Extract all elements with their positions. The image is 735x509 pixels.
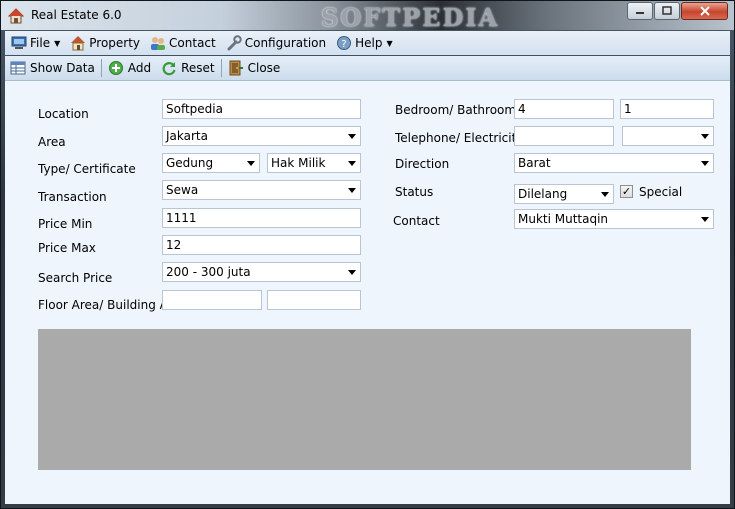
- help-icon: ?: [337, 36, 352, 50]
- telephone-input[interactable]: [514, 126, 614, 146]
- contact-label: Contact: [393, 214, 440, 228]
- certificate-select[interactable]: Hak Milik: [267, 153, 361, 173]
- dropdown-arrow-icon: [247, 161, 255, 166]
- house-app-icon: [8, 8, 24, 24]
- close-button[interactable]: Close: [223, 60, 286, 76]
- location-label: Location: [38, 107, 89, 121]
- dropdown-arrow-icon: [348, 270, 356, 275]
- dropdown-arrow-icon: [348, 188, 356, 193]
- dropdown-arrow-icon: [348, 134, 356, 139]
- direction-label: Direction: [395, 157, 450, 171]
- watermark: SOFTPEDIA: [321, 3, 500, 32]
- contact-select-value: Mukti Muttaqin: [518, 212, 609, 226]
- toolbar-separator: [220, 59, 222, 77]
- menu-file-label: File: [30, 36, 51, 50]
- status-select[interactable]: Dilelang: [514, 184, 614, 204]
- transaction-select[interactable]: Sewa: [162, 180, 361, 200]
- toolbar-separator: [100, 59, 102, 77]
- area-select-value: Jakarta: [166, 129, 208, 143]
- direction-select[interactable]: Barat: [514, 153, 714, 173]
- search-price-select[interactable]: 200 - 300 juta: [162, 262, 361, 282]
- type-select[interactable]: Gedung: [162, 153, 260, 173]
- show-data-label: Show Data: [30, 61, 95, 75]
- form-panel: Location Area Type/ Certificate Transact…: [5, 81, 730, 504]
- minimize-icon: [636, 12, 644, 14]
- computer-icon: [11, 36, 27, 49]
- reset-button[interactable]: Reset: [156, 60, 220, 76]
- certificate-select-value: Hak Milik: [271, 156, 326, 170]
- bedroom-input[interactable]: 4: [514, 99, 614, 119]
- house-icon: [71, 36, 86, 51]
- status-select-value: Dilelang: [518, 187, 568, 201]
- dropdown-arrow-icon: [601, 192, 609, 197]
- menu-contact-label: Contact: [169, 36, 216, 50]
- exit-door-icon: [229, 60, 243, 76]
- status-label: Status: [395, 185, 434, 199]
- close-icon: [699, 6, 710, 16]
- menu-bar: File ▼ Property Contact Configuration ? …: [5, 31, 730, 55]
- price-min-input[interactable]: 1111: [162, 208, 361, 228]
- direction-select-value: Barat: [518, 156, 551, 170]
- telephone-electricity-label: Telephone/ Electricity: [395, 131, 524, 145]
- data-grid-area[interactable]: [38, 329, 691, 470]
- area-select[interactable]: Jakarta: [162, 126, 361, 146]
- refresh-icon: [162, 62, 176, 76]
- menu-file[interactable]: File ▼: [11, 35, 60, 51]
- bedroom-bathroom-label: Bedroom/ Bathroom: [395, 103, 517, 117]
- add-button[interactable]: Add: [103, 60, 156, 76]
- area-label: Area: [38, 135, 66, 149]
- table-icon: [10, 61, 26, 75]
- dropdown-arrow-icon: [701, 161, 709, 166]
- chevron-down-icon: ▼: [54, 38, 61, 48]
- add-label: Add: [127, 61, 152, 75]
- add-icon: [108, 61, 123, 75]
- menu-configuration[interactable]: Configuration: [226, 35, 326, 51]
- app-window: Real Estate 6.0 SOFTPEDIA File ▼ Propert…: [0, 0, 735, 509]
- electricity-select[interactable]: [622, 126, 714, 146]
- maximize-icon: [662, 6, 672, 15]
- maximize-button[interactable]: [654, 2, 680, 20]
- special-checkbox[interactable]: ✓: [620, 185, 633, 198]
- search-price-select-value: 200 - 300 juta: [166, 265, 251, 279]
- close-window-button[interactable]: [681, 2, 728, 20]
- menu-contact[interactable]: Contact: [150, 35, 216, 51]
- menu-property-label: Property: [89, 36, 141, 50]
- type-certificate-label: Type/ Certificate: [38, 162, 136, 176]
- dropdown-arrow-icon: [701, 134, 709, 139]
- wrench-icon: [227, 35, 242, 51]
- title-bar[interactable]: Real Estate 6.0 SOFTPEDIA: [1, 1, 734, 32]
- show-data-button[interactable]: Show Data: [5, 60, 100, 76]
- menu-help-label: Help: [355, 36, 383, 50]
- contact-select[interactable]: Mukti Muttaqin: [514, 209, 714, 229]
- reset-label: Reset: [181, 61, 215, 75]
- search-price-label: Search Price: [38, 271, 113, 285]
- special-label: Special: [639, 185, 683, 199]
- price-max-label: Price Max: [38, 241, 96, 255]
- chevron-down-icon: ▼: [386, 38, 393, 48]
- svg-text:?: ?: [341, 39, 346, 50]
- location-input[interactable]: Softpedia: [162, 99, 361, 119]
- price-min-label: Price Min: [38, 217, 93, 231]
- minimize-button[interactable]: [627, 2, 653, 20]
- window-title: Real Estate 6.0: [31, 8, 122, 22]
- menu-property[interactable]: Property: [70, 35, 140, 51]
- price-max-input[interactable]: 12: [162, 235, 361, 255]
- people-icon: [151, 37, 166, 50]
- dropdown-arrow-icon: [348, 161, 356, 166]
- menu-configuration-label: Configuration: [244, 36, 327, 50]
- close-label: Close: [247, 61, 281, 75]
- dropdown-arrow-icon: [701, 217, 709, 222]
- transaction-select-value: Sewa: [166, 183, 199, 197]
- transaction-label: Transaction: [38, 190, 107, 204]
- floor-area-input[interactable]: [162, 290, 262, 310]
- menu-help[interactable]: ? Help ▼: [336, 35, 393, 51]
- type-select-value: Gedung: [166, 156, 214, 170]
- toolbar: Show Data Add Reset Close: [5, 56, 730, 81]
- building-area-input[interactable]: [267, 290, 361, 310]
- bathroom-input[interactable]: 1: [620, 99, 714, 119]
